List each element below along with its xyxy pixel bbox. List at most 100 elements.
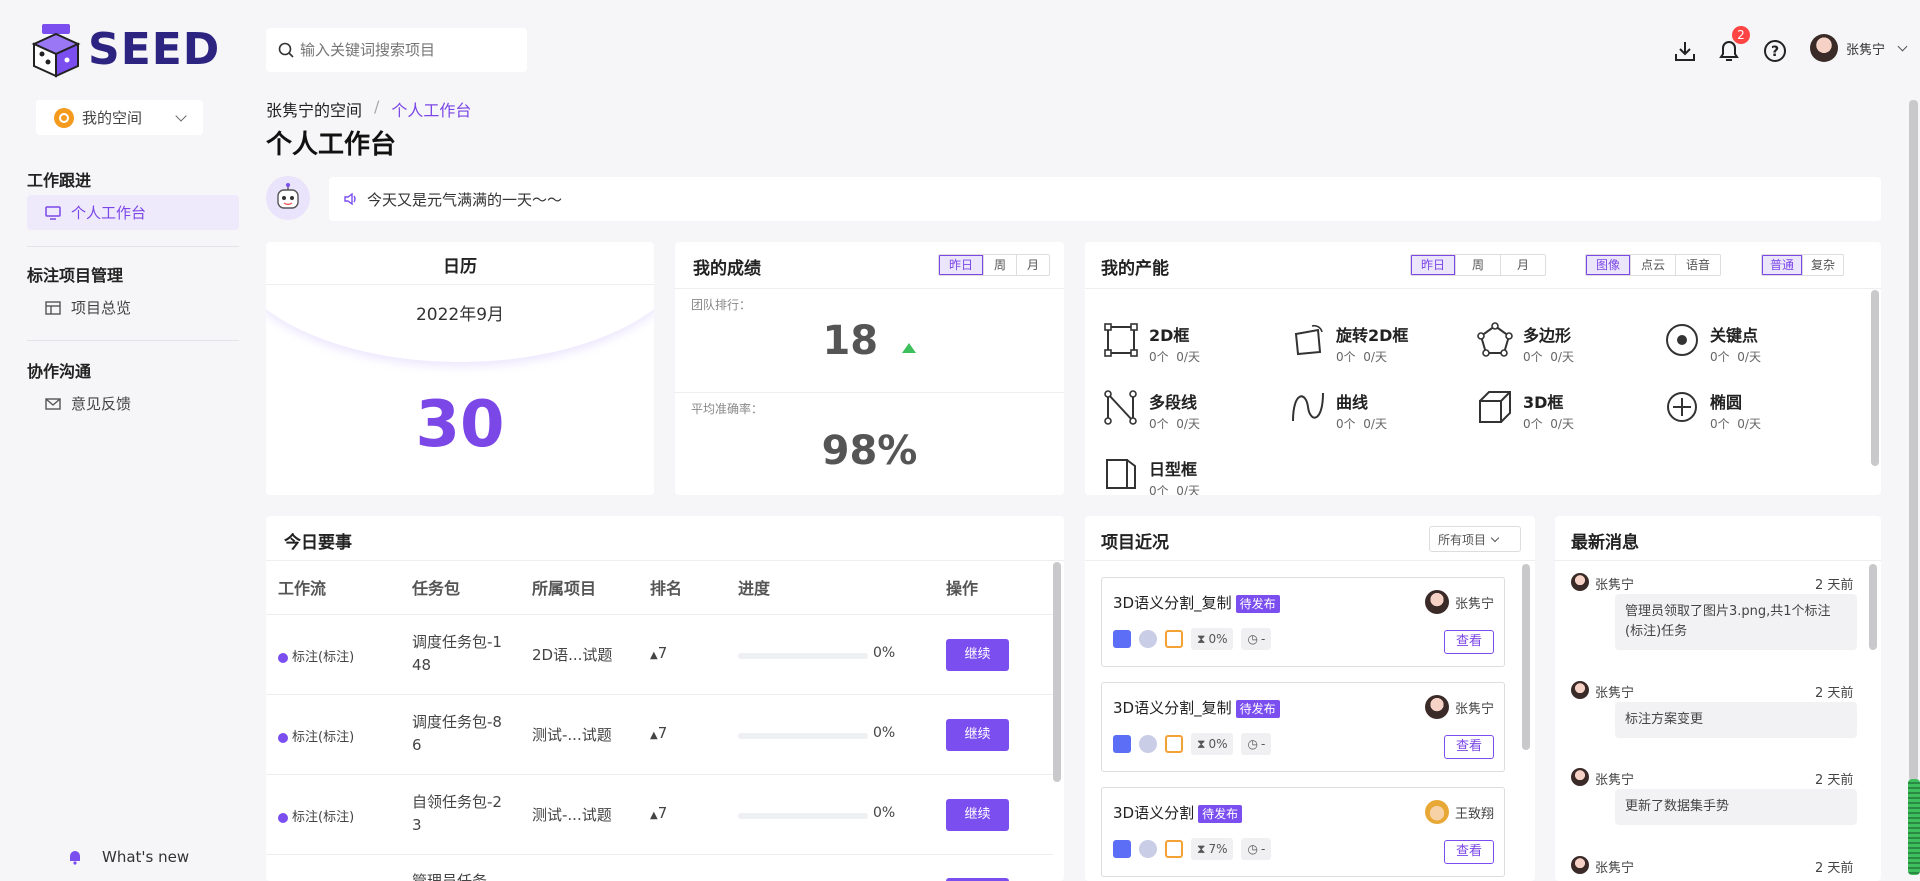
continue-button[interactable]: 继续	[946, 799, 1009, 831]
rank-cell: ▲7	[650, 804, 667, 822]
search-box[interactable]	[266, 28, 527, 72]
help-icon[interactable]: ?	[1763, 39, 1787, 63]
prod-count: 0个	[1523, 350, 1543, 364]
prod-rate: 0/天	[1550, 350, 1574, 364]
projects-scrollbar[interactable]	[1522, 564, 1530, 750]
tab-normal[interactable]: 普通	[1762, 255, 1803, 275]
project-card[interactable]: 3D语义分割_复制 待发布 张隽宁 ⧗ 0% ◷ - 查看	[1101, 577, 1505, 667]
whats-new-label: What's new	[102, 848, 190, 866]
today-scrollbar[interactable]	[1053, 562, 1061, 782]
download-icon[interactable]	[1674, 40, 1696, 62]
progress-value: 0%	[873, 805, 896, 821]
productivity-period-tabs: 昨日 周 月	[1410, 254, 1547, 276]
whats-new-link[interactable]: What's new	[68, 848, 189, 866]
space-label: 我的空间	[82, 109, 143, 127]
time-chip: ◷ -	[1241, 838, 1272, 860]
message-time: 2 天前	[1815, 578, 1854, 593]
project-cell: 测试-...试题	[532, 726, 612, 744]
tab-week[interactable]: 周	[1455, 255, 1500, 275]
prod-count: 0个	[1710, 350, 1730, 364]
space-selector[interactable]: 我的空间	[36, 100, 203, 135]
tab-yesterday[interactable]: 昨日	[1411, 255, 1456, 275]
project-card[interactable]: 3D语义分割_复制 待发布 张隽宁 ⧗ 0% ◷ - 查看	[1101, 682, 1505, 772]
sidebar-item-label: 意见反馈	[71, 395, 132, 413]
prod-item-rotate-box: 旋转2D框 0个 0/天	[1290, 322, 1408, 365]
tab-image[interactable]: 图像	[1586, 255, 1631, 275]
sidebar-item-personal-workbench[interactable]: 个人工作台	[27, 195, 239, 230]
brand-logo[interactable]: SEED	[30, 22, 220, 78]
prod-item-ellipse: 椭圆 0个 0/天	[1664, 389, 1761, 432]
package-cell: 调度任务包-1 48	[412, 631, 502, 677]
prod-item-curve: 曲线 0个 0/天	[1290, 389, 1387, 432]
view-button[interactable]: 查看	[1444, 630, 1494, 654]
view-button[interactable]: 查看	[1444, 840, 1494, 864]
notification-button[interactable]: 2	[1718, 26, 1750, 64]
divider	[266, 694, 1053, 695]
user-menu[interactable]: 张隽宁	[1810, 34, 1908, 62]
package-line: 3	[412, 816, 422, 834]
col-workflow: 工作流	[278, 579, 327, 598]
sidebar-item-project-overview[interactable]: 项目总览	[45, 297, 131, 318]
project-cell: 2D语...试题	[532, 646, 613, 664]
divider	[266, 614, 1053, 615]
tab-audio[interactable]: 语音	[1675, 255, 1720, 275]
prod-rate: 0/天	[1363, 350, 1387, 364]
prod-rate: 0/天	[1176, 417, 1200, 431]
prod-count: 0个	[1336, 350, 1356, 364]
notification-badge: 2	[1732, 26, 1750, 44]
accuracy-label: 平均准确率：	[691, 402, 764, 416]
search-input[interactable]	[300, 41, 520, 59]
calendar-card: 日历 2022年9月 30	[266, 242, 654, 495]
sidebar-item-label: 项目总览	[71, 299, 132, 317]
view-button[interactable]: 查看	[1444, 735, 1494, 759]
productivity-scrollbar[interactable]	[1871, 290, 1879, 466]
productivity-card: 我的产能 昨日 周 月 图像 点云 语音 普通 复杂 2D框 0个 0/天 旋转2…	[1085, 242, 1881, 495]
arrow-up-icon: ▲	[650, 650, 658, 661]
breadcrumb-current: 个人工作台	[391, 101, 472, 120]
progress-chip: ⧗ 0%	[1191, 628, 1234, 650]
workflow-cell: 标注(标注)	[278, 806, 354, 825]
workflow-cell: 标注(标注)	[278, 726, 354, 745]
time-chip: ◷ -	[1241, 733, 1272, 755]
sidebar-divider	[27, 340, 239, 341]
avatar	[1424, 695, 1449, 719]
prod-name: 日型框	[1149, 460, 1198, 479]
package-line: 调度任务包-8	[412, 713, 502, 731]
sidebar-item-feedback[interactable]: 意见反馈	[45, 393, 131, 414]
space-icon	[54, 107, 74, 128]
owner-name: 王致翔	[1454, 806, 1494, 822]
messages-scrollbar[interactable]	[1869, 564, 1877, 650]
continue-button[interactable]: 继续	[946, 639, 1009, 671]
sidebar-section-title: 协作沟通	[27, 362, 92, 381]
rank-value: 7	[657, 644, 668, 662]
continue-button[interactable]: 继续	[946, 719, 1009, 751]
page-scrollbar[interactable]	[1909, 100, 1918, 781]
hourglass-icon: ⧗	[1197, 736, 1206, 751]
tab-week[interactable]: 周	[982, 255, 1016, 275]
polygon-icon	[1477, 322, 1513, 357]
project-card[interactable]: 3D语义分割 待发布 王致翔 ⧗ 7% ◷ - 查看	[1101, 787, 1505, 877]
prod-rate: 0/天	[1363, 417, 1387, 431]
prod-count: 0个	[1149, 350, 1169, 364]
tab-yesterday[interactable]: 昨日	[938, 255, 983, 275]
avatar	[1571, 768, 1589, 786]
image-type-icon	[1113, 630, 1131, 648]
robot-avatar	[266, 176, 310, 220]
rank-cell: ▲7	[650, 644, 667, 662]
tab-pointcloud[interactable]: 点云	[1630, 255, 1675, 275]
achievement-card: 我的成绩 昨日 周 月 团队排行： 18 平均准确率： 98%	[675, 242, 1064, 495]
prod-count: 0个	[1149, 417, 1169, 431]
rank-cell: ▲7	[650, 724, 667, 742]
tab-month[interactable]: 月	[1015, 255, 1049, 275]
greeting-bar: 今天又是元气满满的一天～～	[329, 177, 1881, 221]
table-icon	[45, 300, 61, 315]
project-time: -	[1260, 842, 1266, 856]
progress-bar	[738, 813, 868, 819]
page-title: 个人工作台	[266, 130, 397, 160]
col-action: 操作	[946, 579, 979, 598]
breadcrumb-root[interactable]: 张隽宁的空间	[266, 97, 362, 121]
project-filter[interactable]: 所有项目	[1429, 526, 1521, 552]
prod-item-keypoint: 关键点 0个 0/天	[1664, 322, 1761, 365]
tab-month[interactable]: 月	[1500, 255, 1545, 275]
tab-complex[interactable]: 复杂	[1802, 255, 1843, 275]
